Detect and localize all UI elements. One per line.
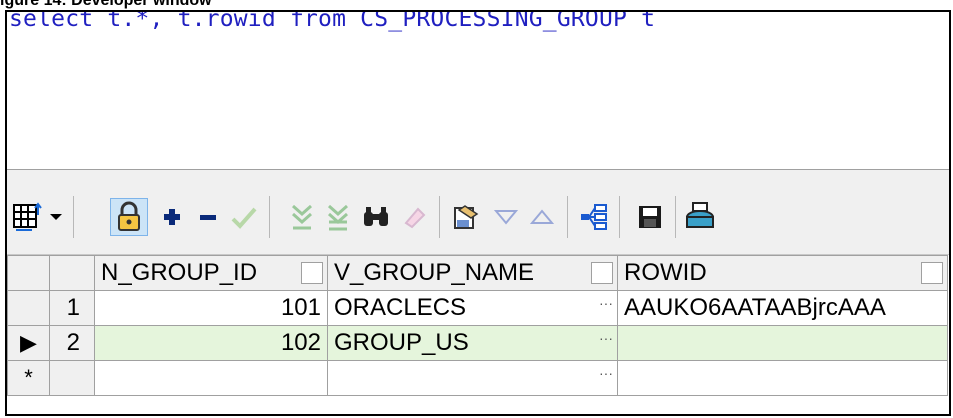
print-icon[interactable] xyxy=(681,198,719,236)
cell-ellipsis-button[interactable]: ··· xyxy=(599,365,613,381)
post-changes-icon[interactable] xyxy=(225,198,263,236)
cell-n-group-id[interactable] xyxy=(94,360,328,396)
next-page-icon[interactable] xyxy=(283,198,321,236)
last-page-icon[interactable] xyxy=(319,198,357,236)
toolbar-separator xyxy=(269,196,270,238)
header-corner xyxy=(7,255,50,291)
column-header-rowid[interactable]: ROWID xyxy=(617,255,948,291)
grid-header-row: N_GROUP_ID V_GROUP_NAME ROWID xyxy=(7,255,948,291)
cell-rowid[interactable] xyxy=(617,325,948,361)
header-corner xyxy=(49,255,95,291)
developer-window: select t.*, t.rowid from CS_PROCESSING_G… xyxy=(5,10,951,416)
cell-rowid[interactable]: AAUKO6AATAABjrcAAA xyxy=(617,290,948,326)
results-grid: N_GROUP_ID V_GROUP_NAME ROWID 1 101 ORAC… xyxy=(7,255,949,414)
figure-caption: igure 14: Developer window xyxy=(0,0,212,9)
row-number[interactable]: 2 xyxy=(49,325,95,361)
table-row[interactable]: * ··· xyxy=(7,360,948,396)
toolbar-separator xyxy=(73,196,74,238)
table-row[interactable]: ▶ 2 102 GROUP_US ··· xyxy=(7,325,948,361)
dropdown-arrow-icon[interactable] xyxy=(45,198,67,236)
toolbar-separator xyxy=(439,196,440,238)
sql-editor[interactable]: select t.*, t.rowid from CS_PROCESSING_G… xyxy=(7,12,949,169)
sql-text[interactable]: select t.*, t.rowid from CS_PROCESSING_G… xyxy=(9,12,655,32)
sort-desc-icon[interactable] xyxy=(487,198,525,236)
toolbar-separator xyxy=(619,196,620,238)
insert-record-icon[interactable] xyxy=(153,198,191,236)
cell-n-group-id[interactable]: 102 xyxy=(94,325,328,361)
save-icon[interactable] xyxy=(631,198,669,236)
column-header-n-group-id[interactable]: N_GROUP_ID xyxy=(94,255,328,291)
column-filter-button[interactable] xyxy=(921,262,943,284)
new-row-marker[interactable]: * xyxy=(7,360,50,396)
sort-asc-icon[interactable] xyxy=(523,198,561,236)
cell-rowid[interactable] xyxy=(617,360,948,396)
column-header-v-group-name[interactable]: V_GROUP_NAME xyxy=(327,255,618,291)
query-by-example-icon[interactable] xyxy=(447,198,485,236)
lock-icon[interactable] xyxy=(110,198,148,236)
grid-toolbar xyxy=(7,178,949,255)
cell-ellipsis-button[interactable]: ··· xyxy=(599,330,613,346)
column-filter-button[interactable] xyxy=(301,262,323,284)
delete-record-icon[interactable] xyxy=(189,198,227,236)
grid-options-icon[interactable] xyxy=(9,198,47,236)
find-icon[interactable] xyxy=(357,198,395,236)
table-row[interactable]: 1 101 ORACLECS ··· AAUKO6AATAABjrcAAA xyxy=(7,290,948,326)
cell-n-group-id[interactable]: 101 xyxy=(94,290,328,326)
toolbar-separator xyxy=(567,196,568,238)
export-icon[interactable] xyxy=(575,198,613,236)
column-filter-button[interactable] xyxy=(591,262,613,284)
row-indicator[interactable] xyxy=(7,290,50,326)
row-number[interactable]: 1 xyxy=(49,290,95,326)
cell-v-group-name[interactable]: ORACLECS ··· xyxy=(327,290,618,326)
clear-icon[interactable] xyxy=(395,198,433,236)
cell-v-group-name[interactable]: ··· xyxy=(327,360,618,396)
row-number[interactable] xyxy=(49,360,95,396)
toolbar-separator xyxy=(675,196,676,238)
cell-ellipsis-button[interactable]: ··· xyxy=(599,295,613,311)
current-row-marker[interactable]: ▶ xyxy=(7,325,50,361)
cell-v-group-name[interactable]: GROUP_US ··· xyxy=(327,325,618,361)
